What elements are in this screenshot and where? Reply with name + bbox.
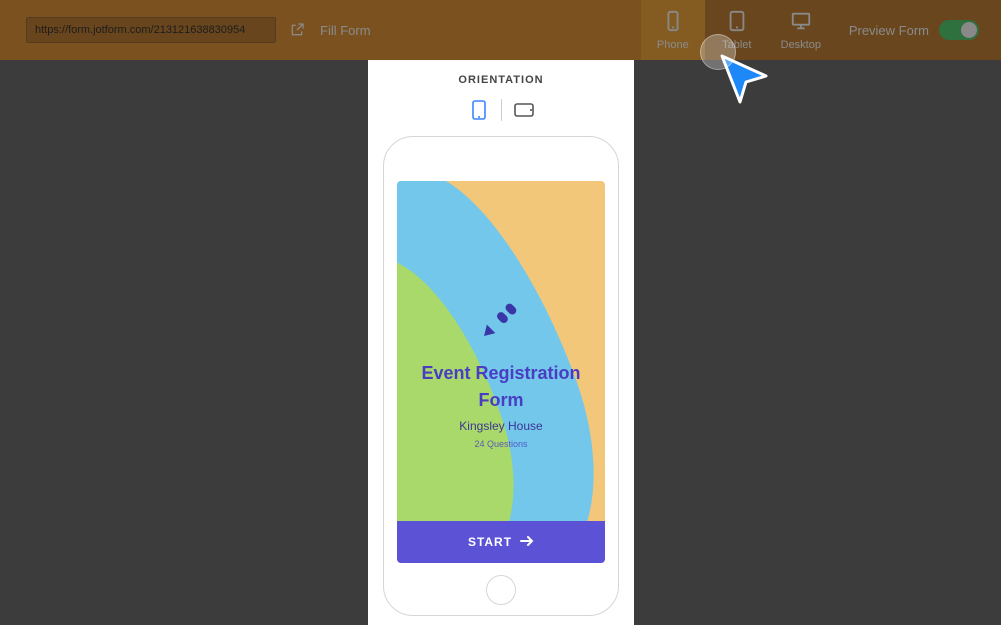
open-external-icon[interactable] — [288, 21, 306, 39]
device-tab-desktop-label: Desktop — [781, 39, 821, 51]
phone-screen: Event Registration Form Kingsley House 2… — [397, 181, 605, 563]
preview-panel: ORIENTATION — [368, 60, 634, 625]
orientation-label: ORIENTATION — [458, 74, 543, 86]
preview-form-label: Preview Form — [849, 23, 929, 38]
preview-form-toggle-wrap: Preview Form — [833, 0, 1001, 60]
device-tab-tablet-label: Tablet — [722, 39, 751, 51]
url-input[interactable] — [26, 17, 276, 43]
cursor-arrow-icon — [718, 52, 772, 106]
phone-mockup-frame: Event Registration Form Kingsley House 2… — [383, 136, 619, 616]
pencil-logo-icon — [477, 295, 525, 348]
orientation-toggle — [465, 98, 538, 122]
preview-form-toggle[interactable] — [939, 20, 979, 40]
orientation-landscape-button[interactable] — [510, 98, 538, 122]
device-tabs: Phone Tablet Desktop — [641, 0, 833, 60]
phone-icon — [662, 10, 684, 35]
toggle-knob — [961, 22, 977, 38]
arrow-right-icon — [520, 535, 534, 549]
cursor-indicator — [718, 52, 772, 111]
tablet-icon — [726, 10, 748, 35]
start-button-label: START — [468, 535, 512, 549]
fill-form-link[interactable]: Fill Form — [320, 23, 371, 38]
device-tab-phone[interactable]: Phone — [641, 0, 705, 60]
orientation-divider — [501, 99, 502, 121]
device-tab-phone-label: Phone — [657, 39, 689, 51]
topbar: Fill Form Phone Tablet Desktop Preview F… — [0, 0, 1001, 60]
device-tab-tablet[interactable]: Tablet — [705, 0, 769, 60]
form-title: Event Registration Form — [421, 360, 581, 412]
form-question-count: 24 Questions — [474, 439, 527, 449]
form-subtitle: Kingsley House — [459, 419, 542, 433]
device-tab-desktop[interactable]: Desktop — [769, 0, 833, 60]
start-button[interactable]: START — [397, 521, 605, 563]
phone-home-button[interactable] — [486, 575, 516, 605]
desktop-icon — [790, 10, 812, 35]
orientation-portrait-button[interactable] — [465, 98, 493, 122]
